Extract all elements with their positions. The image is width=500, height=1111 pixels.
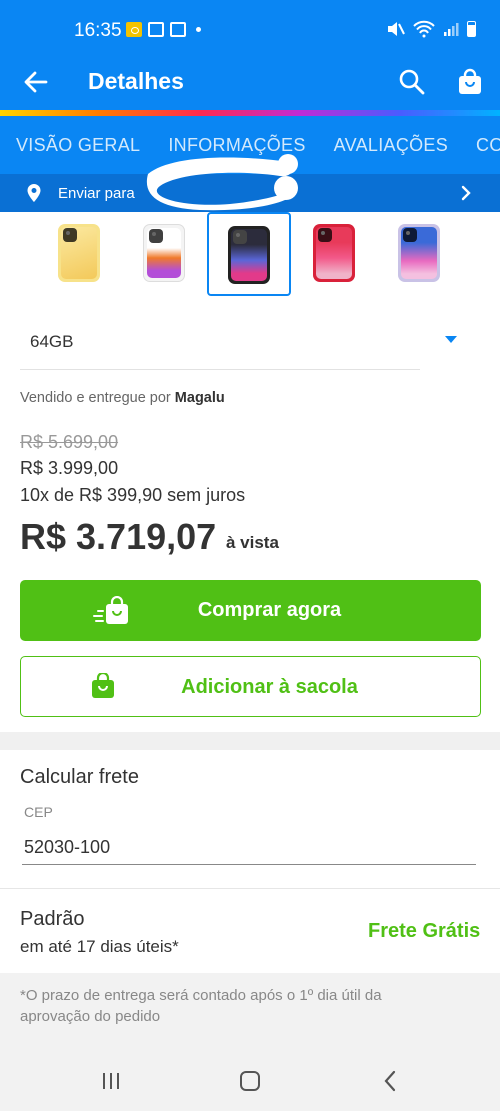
cep-input-underline	[22, 864, 476, 865]
regular-price: R$ 3.999,00	[20, 458, 119, 478]
dropdown-arrow-icon[interactable]	[445, 336, 457, 343]
tab-reviews[interactable]: AVALIAÇÕES	[334, 116, 448, 174]
battery-icon	[467, 21, 476, 37]
add-to-bag-label: Adicionar à sacola	[181, 676, 358, 698]
more-notifications-icon	[196, 27, 201, 32]
storage-select[interactable]: 64GB	[20, 316, 420, 370]
search-icon[interactable]	[398, 68, 426, 96]
phone-thumbnail	[58, 224, 100, 282]
seller-info: Vendido e entregue por Magalu	[20, 390, 225, 406]
color-option-red[interactable]	[292, 212, 376, 296]
status-system-icons	[385, 20, 476, 38]
tab-more[interactable]: COM	[476, 116, 500, 174]
storage-selected-value: 64GB	[30, 332, 74, 351]
freight-title: Calcular frete	[20, 766, 139, 788]
divider	[0, 888, 500, 889]
shipping-method-price: Frete Grátis	[368, 920, 481, 942]
redaction-scribble	[146, 154, 298, 211]
app-bar: Detalhes	[0, 58, 500, 110]
notification-calendar-icon	[148, 22, 164, 37]
color-thumbnails	[0, 212, 500, 298]
shipping-method-name: Padrão	[20, 908, 85, 930]
ship-to-label: Enviar para	[58, 185, 135, 202]
home-icon[interactable]	[240, 1071, 260, 1091]
phone-thumbnail	[313, 224, 355, 282]
color-option-white[interactable]	[122, 212, 206, 296]
notification-gallery-icon	[170, 22, 186, 37]
wifi-icon	[413, 20, 435, 38]
buy-now-label: Comprar agora	[197, 599, 342, 621]
delivery-note: *O prazo de entrega será contado após o …	[20, 987, 382, 1025]
cash-price: R$ 3.719,07	[20, 516, 217, 557]
color-option-yellow[interactable]	[37, 212, 121, 296]
phone-thumbnail	[398, 224, 440, 282]
seller-prefix: Vendido e entregue por	[20, 390, 171, 406]
notification-app-icon	[126, 22, 142, 37]
shipping-method-eta: em até 17 dias úteis*	[20, 937, 179, 956]
back-arrow-icon[interactable]	[22, 68, 50, 96]
seller-name: Magalu	[174, 390, 225, 406]
color-option-black[interactable]	[207, 212, 291, 296]
cep-input[interactable]: 52030-100	[24, 837, 110, 858]
page-title: Detalhes	[88, 68, 184, 94]
recent-apps-icon[interactable]	[101, 1072, 121, 1090]
chevron-right-icon	[461, 185, 471, 201]
buy-now-button[interactable]: Comprar agora	[20, 580, 481, 641]
cash-price-suffix: à vista	[226, 533, 279, 552]
cep-label: CEP	[24, 804, 53, 820]
freight-calculator: Calcular frete CEP 52030-100 Padrão em a…	[0, 750, 500, 973]
phone-thumbnail	[228, 226, 270, 284]
shopping-bag-icon[interactable]	[456, 68, 484, 96]
phone-thumbnail	[143, 224, 185, 282]
signal-icon	[444, 23, 459, 36]
tab-overview[interactable]: VISÃO GERAL	[16, 116, 140, 174]
status-bar: 16:35	[0, 0, 500, 58]
location-pin-icon	[27, 184, 41, 202]
add-to-bag-button[interactable]: Adicionar à sacola	[20, 656, 481, 717]
installments-info: 10x de R$ 399,90 sem juros	[20, 485, 246, 505]
status-notification-icons	[126, 22, 201, 37]
system-back-icon[interactable]	[383, 1070, 397, 1092]
color-option-purple[interactable]	[377, 212, 461, 296]
system-navigation-bar	[0, 1050, 500, 1111]
status-time: 16:35	[74, 20, 122, 41]
old-price: R$ 5.699,00	[20, 432, 119, 452]
product-details: 64GB Vendido e entregue por Magalu R$ 5.…	[0, 212, 500, 732]
mute-icon	[388, 22, 405, 36]
section-spacer	[0, 732, 500, 750]
